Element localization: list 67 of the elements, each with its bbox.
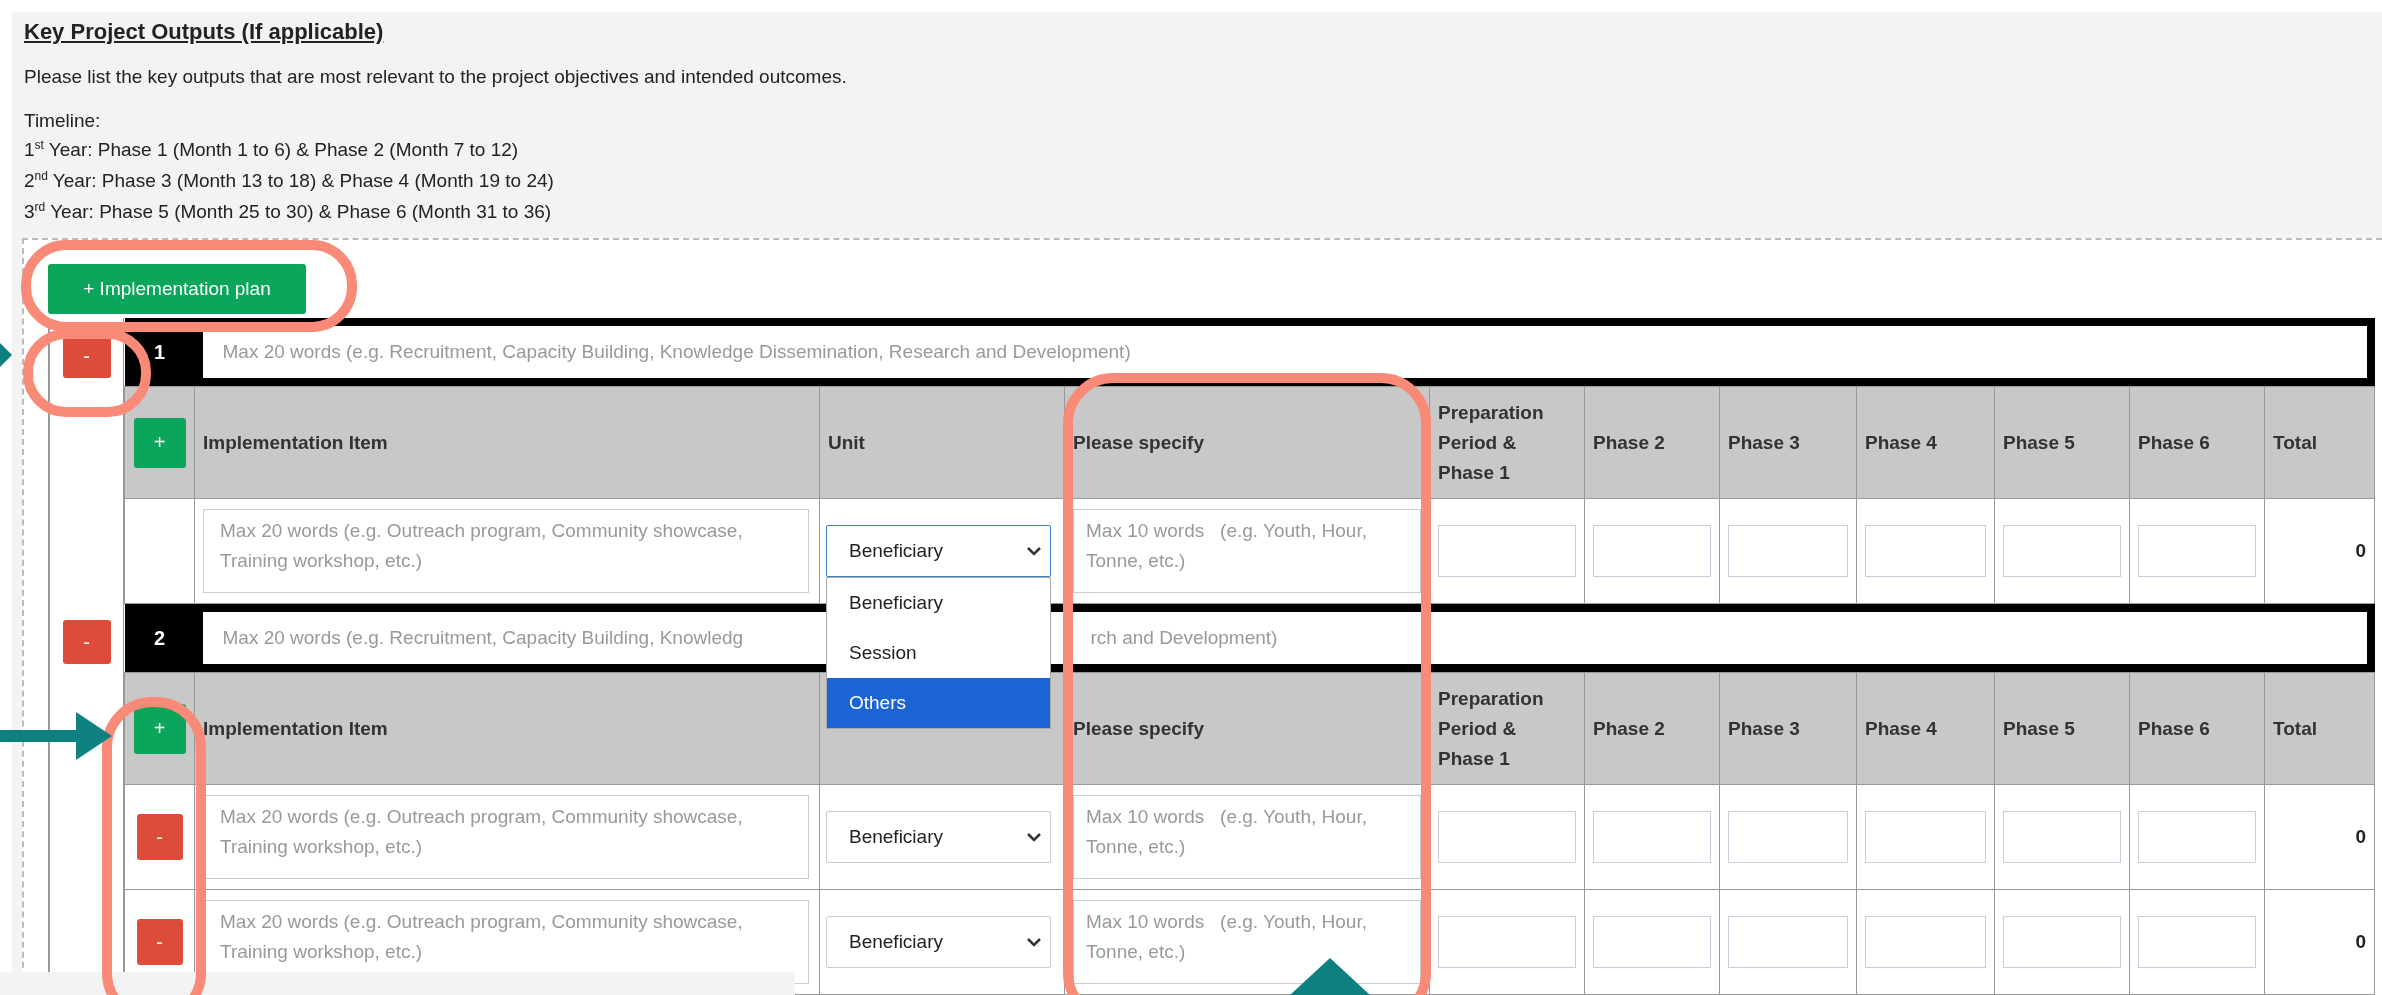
timeline-label: Timeline: [24,109,102,133]
column-header: Phase 6 [2129,386,2265,499]
column-header: Phase 2 [1584,672,1720,785]
phase-input[interactable] [1865,811,1986,863]
column-header: Phase 3 [1719,386,1857,499]
column-header: Phase 4 [1856,386,1995,499]
phase-input[interactable] [1438,811,1576,863]
chevron-icon [1026,832,1042,842]
phase-input[interactable] [1593,916,1711,968]
column-header: Preparation Period & Phase 1 [1429,386,1585,499]
chevron-icon [1026,546,1042,556]
phase-input[interactable] [2003,811,2121,863]
total-value: 0 [2264,784,2375,890]
output-input[interactable]: Max 20 words (e.g. Recruitment, Capacity Building, Knowledge Dissemination, Research and Development) [202,326,2367,378]
column-header: Total [2264,386,2375,499]
section-title: Key Project Outputs (If applicable) [24,18,384,46]
section-description: Please list the key outputs that are most relevant to the project objectives and intended outcomes. [24,65,847,89]
phase-input[interactable] [2138,916,2256,968]
chevron-icon [1026,937,1042,947]
phase-input[interactable] [2003,916,2121,968]
dropdown-option[interactable]: Others [827,678,1050,728]
timeline-line: 2$^{nd}$ Year: Phase 3 (Month 13 to 18) & Phase 4 (Month 19 to 24) [24,167,555,193]
phase-input[interactable] [2003,525,2121,577]
phase-input[interactable] [1728,525,1848,577]
column-header: Preparation Period & Phase 1 [1429,672,1585,785]
column-header: Phase 3 [1719,672,1857,785]
specify-input[interactable]: Max 10 words (e.g. Youth, Hour, Tonne, etc.) [1073,509,1421,593]
phase-input[interactable] [1438,916,1576,968]
phase-input[interactable] [1593,811,1711,863]
column-header: Implementation Item [194,386,820,499]
remove-item-button[interactable]: - [136,919,183,965]
arrow-icon [0,712,112,760]
total-value: 0 [2264,889,2375,995]
phase-input[interactable] [1865,525,1986,577]
column-header: Total [2264,672,2375,785]
timeline-line: 1$^{st}$ Year: Phase 1 (Month 1 to 6) & Phase 2 (Month 7 to 12) [24,136,520,162]
column-header: Phase 4 [1856,672,1995,785]
column-header: Phase 6 [2129,672,2265,785]
arrow-icon [1290,958,1370,995]
column-header: Unit [819,386,1065,499]
remove-button[interactable]: - [62,620,111,664]
add-item-button[interactable]: + [133,417,186,468]
column-header: Implementation Item [194,672,820,785]
phase-input[interactable] [1728,811,1848,863]
column-header: Please specify [1064,386,1430,499]
column-header: Phase 2 [1584,386,1720,499]
unit-select[interactable]: Beneficiary [826,811,1051,863]
phase-input[interactable] [1865,916,1986,968]
unit-select[interactable]: Beneficiary [826,525,1051,577]
output-number: 2 [124,604,195,673]
total-value: 0 [2264,498,2375,604]
phase-input[interactable] [1593,525,1711,577]
phase-input[interactable] [2138,525,2256,577]
column-header: Phase 5 [1994,672,2130,785]
phase-input[interactable] [2138,811,2256,863]
remove-item-button[interactable]: - [136,814,183,860]
item-input[interactable]: Max 20 words (e.g. Outreach program, Community showcase, Training workshop, etc.) [203,795,809,879]
arrow-icon [0,343,12,367]
timeline-line: 3$^{rd}$ Year: Phase 5 (Month 25 to 30) & Phase 6 (Month 31 to 36) [24,198,553,224]
phase-input[interactable] [1438,525,1576,577]
column-header: Phase 5 [1994,386,2130,499]
add-plan-button[interactable]: + Implementation plan [48,264,306,314]
phase-input[interactable] [1728,916,1848,968]
specify-input[interactable]: Max 10 words (e.g. Youth, Hour, Tonne, etc.) [1073,795,1421,879]
unit-select[interactable]: Beneficiary [826,916,1051,968]
specify-input[interactable]: Max 10 words (e.g. Youth, Hour, Tonne, etc.) [1073,900,1421,984]
item-input[interactable]: Max 20 words (e.g. Outreach program, Community showcase, Training workshop, etc.) [203,509,809,593]
